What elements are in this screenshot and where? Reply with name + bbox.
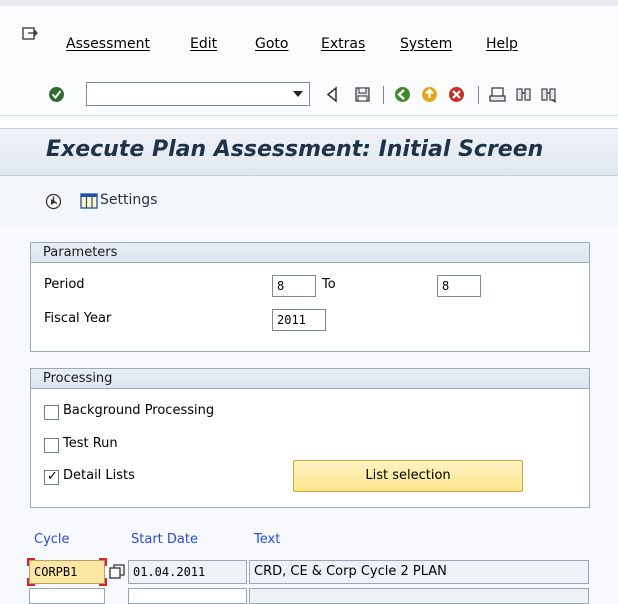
- table-settings-icon: [80, 193, 98, 209]
- menu-system[interactable]: System: [400, 36, 452, 52]
- page-title: Execute Plan Assessment: Initial Screen: [46, 137, 544, 162]
- cycle-text-field-empty: [249, 588, 589, 604]
- execute-icon[interactable]: [45, 193, 62, 210]
- enter-checkmark-icon[interactable]: [48, 86, 65, 103]
- background-processing-checkbox[interactable]: [44, 405, 59, 420]
- back-green-icon[interactable]: [394, 86, 411, 103]
- parameters-header: Parameters: [31, 243, 589, 263]
- parameters-group: Parameters: [30, 242, 590, 352]
- title-bar: Execute Plan Assessment: Initial Screen: [0, 128, 618, 176]
- fiscal-year-field[interactable]: 2011: [272, 309, 326, 331]
- to-label: To: [322, 277, 336, 292]
- exit-yellow-icon[interactable]: [421, 86, 438, 103]
- start-date-field[interactable]: 01.04.2011: [128, 560, 247, 584]
- find-icon[interactable]: [515, 86, 532, 103]
- fiscal-year-label: Fiscal Year: [44, 311, 112, 326]
- processing-header: Processing: [31, 369, 589, 389]
- detail-lists-checkbox[interactable]: [44, 469, 59, 485]
- menu-extras[interactable]: Extras: [321, 36, 365, 52]
- standard-toolbar: [0, 64, 618, 116]
- start-date-column-header: Start Date: [131, 532, 198, 547]
- cycle-text-field: CRD, CE & Corp Cycle 2 PLAN: [249, 560, 589, 584]
- period-to-field[interactable]: 8: [437, 275, 481, 297]
- period-label: Period: [44, 277, 85, 292]
- background-processing-label: Background Processing: [63, 403, 215, 418]
- menu-assessment[interactable]: Assessment: [66, 36, 150, 52]
- detail-lists-label: Detail Lists: [63, 468, 135, 483]
- start-date-field-empty[interactable]: [128, 588, 247, 604]
- toolbar-divider: [383, 86, 384, 104]
- cycle-column-header: Cycle: [34, 532, 70, 547]
- chevron-down-icon[interactable]: [293, 91, 303, 97]
- cycle-field-empty[interactable]: [29, 588, 105, 604]
- menu-help[interactable]: Help: [486, 36, 518, 52]
- find-next-icon[interactable]: [540, 86, 557, 103]
- cancel-red-icon[interactable]: [448, 86, 465, 103]
- print-icon[interactable]: [489, 86, 506, 103]
- menu-edit[interactable]: Edit: [190, 36, 217, 52]
- text-column-header: Text: [254, 532, 281, 547]
- toolbar-divider: [478, 86, 479, 104]
- test-run-checkbox[interactable]: [44, 438, 59, 453]
- settings-label: Settings: [100, 192, 158, 208]
- cycle-field[interactable]: CORPB1: [29, 560, 105, 584]
- command-field[interactable]: [86, 82, 310, 106]
- back-arrow-icon[interactable]: [324, 86, 341, 103]
- value-help-icon[interactable]: [109, 564, 125, 580]
- exit-menu-icon[interactable]: [22, 27, 38, 41]
- command-input[interactable]: [87, 83, 283, 105]
- save-icon[interactable]: [354, 86, 371, 103]
- list-selection-button[interactable]: List selection: [293, 460, 523, 492]
- menu-goto[interactable]: Goto: [255, 36, 288, 52]
- period-from-field[interactable]: 8: [272, 275, 316, 297]
- application-toolbar: Settings: [0, 176, 618, 226]
- test-run-label: Test Run: [63, 436, 118, 451]
- menu-bar: Assessment Edit Goto Extras System Help: [0, 0, 618, 64]
